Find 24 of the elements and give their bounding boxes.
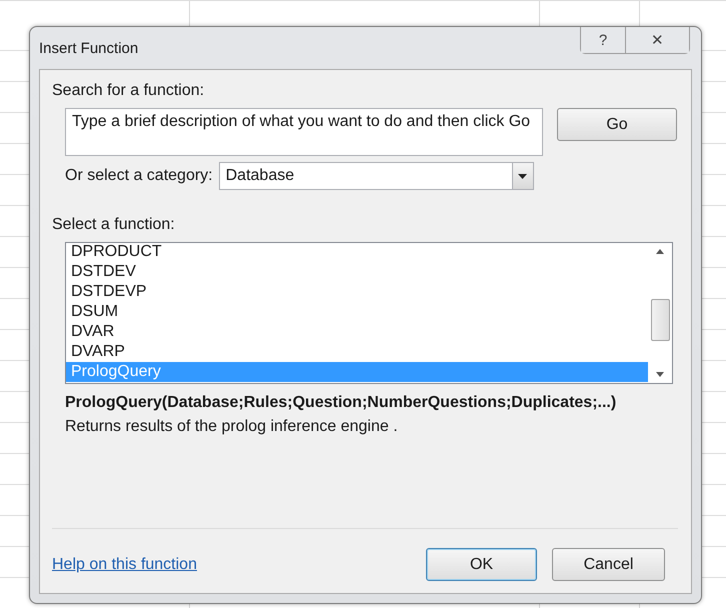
function-list-label: Select a function:: [52, 216, 175, 233]
category-dropdown[interactable]: Database: [218, 162, 534, 190]
function-item[interactable]: DSUM: [66, 302, 648, 322]
scroll-up-icon[interactable]: [656, 249, 664, 254]
search-label: Search for a function:: [52, 82, 204, 99]
function-item[interactable]: DSTDEV: [66, 262, 648, 282]
function-signature: PrologQuery(Database;Rules;Question;NumberQuestions;Duplicates;...): [65, 394, 618, 412]
function-item[interactable]: DVARP: [66, 342, 648, 362]
window-title: Insert Function: [39, 40, 138, 57]
go-button[interactable]: Go: [557, 108, 677, 141]
function-item[interactable]: DSTDEVP: [66, 282, 648, 302]
category-label: Or select a category:: [65, 167, 213, 185]
help-link[interactable]: Help on this function: [52, 556, 197, 574]
function-item[interactable]: DPRODUCT: [66, 242, 648, 262]
cancel-button[interactable]: Cancel: [552, 548, 665, 581]
search-field[interactable]: Type a brief description of what you want to do and then click Go: [65, 108, 543, 156]
scroll-down-icon[interactable]: [656, 372, 664, 377]
scrollbar-thumb[interactable]: [650, 299, 670, 341]
function-description: Returns results of the prolog inference engine .: [65, 418, 399, 436]
help-button[interactable]: ?: [581, 27, 625, 53]
ok-button[interactable]: OK: [426, 548, 537, 581]
dropdown-arrow-icon: [518, 174, 528, 178]
close-button[interactable]: ✕: [625, 27, 689, 53]
function-item[interactable]: DVAR: [66, 322, 648, 342]
